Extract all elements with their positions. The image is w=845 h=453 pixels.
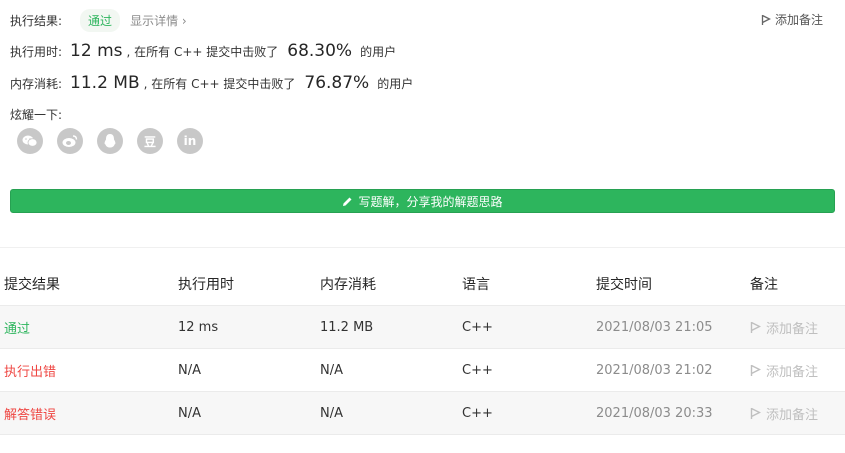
row-runtime: 12 ms xyxy=(178,305,320,349)
runtime-value: 12 ms xyxy=(70,41,123,61)
memory-label: 内存消耗: xyxy=(10,76,63,91)
row-memory: N/A xyxy=(320,348,462,392)
flag-icon xyxy=(750,407,761,419)
share-label: 炫耀一下: xyxy=(10,108,63,122)
flag-icon xyxy=(761,14,771,25)
row-language: C++ xyxy=(462,348,596,392)
douban-icon[interactable]: 豆 xyxy=(137,128,163,154)
row-language: C++ xyxy=(462,391,596,435)
add-note-button[interactable]: 添加备注 xyxy=(761,11,823,28)
header-note: 备注 xyxy=(750,277,778,293)
runtime-percent: 68.30% xyxy=(287,41,353,61)
section-divider xyxy=(0,247,845,248)
runtime-beat-text: , 在所有 C++ 提交中击败了 xyxy=(126,44,279,59)
submissions-table: 提交结果 执行用时 内存消耗 语言 提交时间 备注 通过 12 ms 11.2 … xyxy=(0,263,845,435)
row-status[interactable]: 通过 xyxy=(4,322,30,337)
memory-percent: 76.87% xyxy=(304,73,370,93)
show-details-link[interactable]: 显示详情 › xyxy=(130,12,187,29)
table-header-row: 提交结果 执行用时 内存消耗 语言 提交时间 备注 xyxy=(0,263,845,306)
row-note-label: 添加备注 xyxy=(766,407,819,423)
header-submit-time: 提交时间 xyxy=(596,277,652,293)
header-language: 语言 xyxy=(462,277,490,293)
runtime-suffix: 的用户 xyxy=(360,44,397,59)
row-note-label: 添加备注 xyxy=(766,321,819,337)
table-row[interactable]: 执行出错 N/A N/A C++ 2021/08/03 21:02 添加备注 xyxy=(0,348,845,392)
row-status[interactable]: 解答错误 xyxy=(4,408,56,423)
result-label: 执行结果: xyxy=(10,14,63,28)
memory-suffix: 的用户 xyxy=(377,76,414,91)
row-memory: N/A xyxy=(320,391,462,435)
row-add-note-button[interactable]: 添加备注 xyxy=(750,318,845,337)
runtime-row: 执行用时: 12 ms , 在所有 C++ 提交中击败了 68.30% 的用户 xyxy=(10,41,396,61)
row-time: 2021/08/03 20:33 xyxy=(596,391,750,435)
row-runtime: N/A xyxy=(178,391,320,435)
row-time: 2021/08/03 21:02 xyxy=(596,348,750,392)
row-memory: 11.2 MB xyxy=(320,305,462,349)
row-status[interactable]: 执行出错 xyxy=(4,365,56,380)
row-language: C++ xyxy=(462,305,596,349)
runtime-label: 执行用时: xyxy=(10,44,63,59)
header-runtime: 执行用时 xyxy=(178,277,234,293)
pencil-icon xyxy=(343,197,352,206)
submission-summary: 执行结果: 通过 显示详情 › 添加备注 执行用时: 12 ms , 在所有 C… xyxy=(0,0,845,245)
memory-beat-text: , 在所有 C++ 提交中击败了 xyxy=(143,76,296,91)
flag-icon xyxy=(750,364,761,376)
share-row: 炫耀一下: xyxy=(10,106,62,123)
qq-icon[interactable] xyxy=(97,128,123,154)
write-solution-button[interactable]: 写题解，分享我的解题思路 xyxy=(10,189,835,213)
weibo-icon[interactable] xyxy=(57,128,83,154)
linkedin-icon[interactable]: in xyxy=(177,128,203,154)
memory-value: 11.2 MB xyxy=(70,73,140,93)
memory-row: 内存消耗: 11.2 MB , 在所有 C++ 提交中击败了 76.87% 的用… xyxy=(10,73,413,93)
douban-glyph: 豆 xyxy=(143,134,156,149)
row-add-note-button[interactable]: 添加备注 xyxy=(750,404,845,423)
write-solution-label: 写题解，分享我的解题思路 xyxy=(358,194,503,209)
share-icons: 豆 in xyxy=(17,128,203,154)
add-note-label: 添加备注 xyxy=(774,13,823,27)
flag-icon xyxy=(750,321,761,333)
row-add-note-button[interactable]: 添加备注 xyxy=(750,361,845,380)
row-time: 2021/08/03 21:05 xyxy=(596,305,750,349)
header-memory: 内存消耗 xyxy=(320,277,376,293)
row-note-label: 添加备注 xyxy=(766,364,819,380)
table-row[interactable]: 通过 12 ms 11.2 MB C++ 2021/08/03 21:05 添加… xyxy=(0,305,845,349)
linkedin-glyph: in xyxy=(183,134,197,148)
result-row: 执行结果: 通过 显示详情 › xyxy=(10,9,187,32)
header-result: 提交结果 xyxy=(4,277,60,293)
row-runtime: N/A xyxy=(178,348,320,392)
status-badge: 通过 xyxy=(80,9,121,32)
wechat-icon[interactable] xyxy=(17,128,43,154)
table-row[interactable]: 解答错误 N/A N/A C++ 2021/08/03 20:33 添加备注 xyxy=(0,391,845,435)
